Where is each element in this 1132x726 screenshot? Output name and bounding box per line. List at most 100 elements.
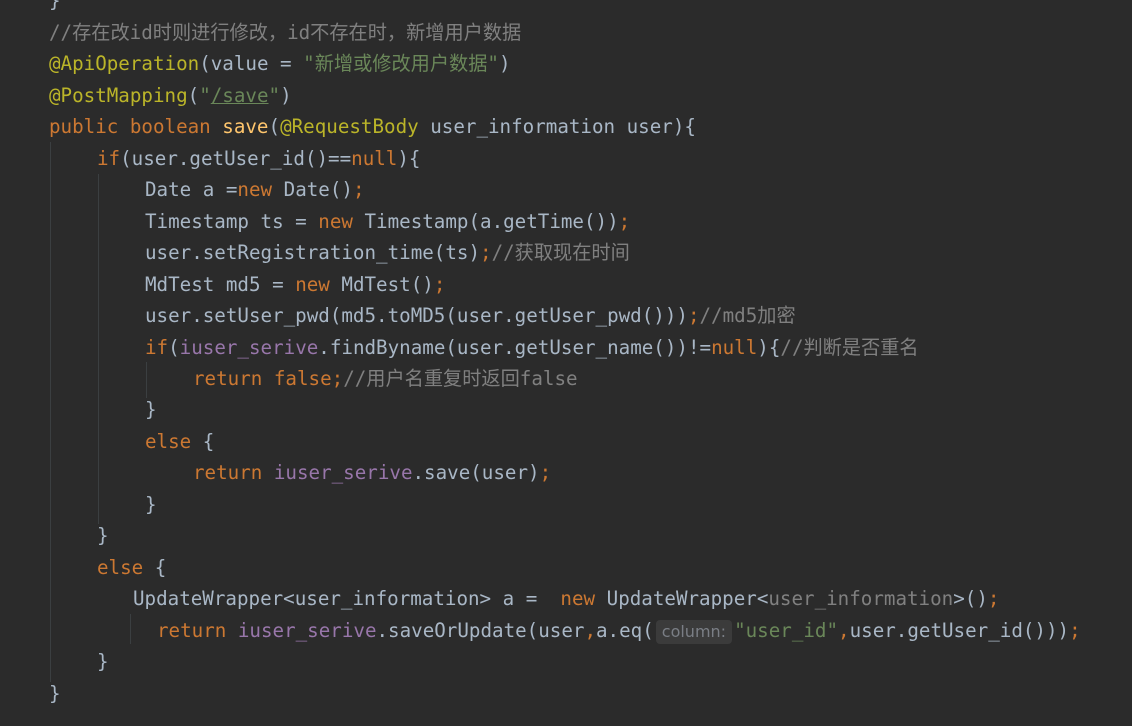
code-token: } [145,493,157,516]
code-token: //用户名重复时返回false [343,367,578,390]
code-token: ) [498,52,511,75]
code-line[interactable]: return false;//用户名重复时返回false [193,363,578,394]
code-token: user.setRegistration_time(ts) [145,241,481,264]
code-token: UpdateWrapper< [606,587,769,610]
code-token: "user_id" [734,619,839,642]
code-token: (value = [199,52,304,75]
code-line[interactable]: else { [97,552,166,583]
code-token: new [295,273,342,296]
code-token: null [711,336,758,359]
code-token: ){ [397,147,421,170]
code-token: save [222,115,269,138]
code-token: } [49,0,61,12]
code-token: ) [280,84,292,107]
code-token: @ApiOperation [49,52,200,75]
code-line[interactable]: UpdateWrapper<user_information> a = new … [133,583,999,614]
code-token: null [351,147,398,170]
code-line[interactable]: MdTest md5 = new MdTest(); [145,269,445,300]
code-token: return false [193,367,332,390]
code-token: new [560,587,607,610]
code-line[interactable]: } [97,520,109,551]
code-token: @RequestBody [280,115,431,138]
code-token: .save(user) [412,461,540,484]
code-token: user_information [768,587,954,610]
code-token: MdTest md5 = [145,273,296,296]
code-token: ( [168,336,180,359]
code-token: .findByname(user.getUser_name())!= [318,336,712,359]
code-token: ; [987,587,1000,610]
code-line[interactable]: user.setRegistration_time(ts);//获取现在时间 [145,237,630,268]
code-line[interactable]: public boolean save(@RequestBody user_in… [49,111,696,142]
code-line[interactable]: return iuser_serive.saveOrUpdate(user,a.… [157,615,1081,646]
code-token: .saveOrUpdate(user [376,619,585,642]
code-token: else [145,430,203,453]
code-line[interactable]: } [97,646,109,677]
code-token: >() [953,587,988,610]
indent-guide [146,362,147,398]
code-token: , [584,619,596,642]
code-token: { [154,556,167,579]
code-line[interactable]: user.setUser_pwd(md5.toMD5(user.getUser_… [145,300,796,331]
code-line[interactable]: if(user.getUser_id()==null){ [97,143,420,174]
code-token: iuser_serive [273,461,413,484]
code-token: /save [210,84,269,107]
code-token: Date a = [145,178,238,201]
code-line[interactable]: else { [145,426,214,457]
code-line[interactable]: } [145,489,157,520]
code-line[interactable]: Date a =new Date(); [145,174,365,205]
code-token: new [318,210,365,233]
code-token: { [202,430,215,453]
code-token: , [838,619,850,642]
code-token: ; [1069,619,1081,642]
code-token: MdTest() [341,273,434,296]
code-line[interactable]: } [145,394,157,425]
code-token: } [97,524,109,547]
code-token: Date() [283,178,353,201]
code-token: user.setUser_pwd(md5.toMD5(user.getUser_… [145,304,688,327]
code-line[interactable]: @ApiOperation(value = "新增或修改用户数据") [49,48,511,79]
indent-guide [130,614,131,644]
code-token: if [145,336,169,359]
code-token: user_information user){ [430,115,696,138]
code-token: //判断是否重名 [780,336,919,359]
code-token: public boolean [49,115,223,138]
code-token: " [268,84,281,107]
code-editor[interactable]: } //存在改id时则进行修改，id不存在时，新增用户数据 @ApiOperat… [0,0,1132,726]
code-line[interactable]: @PostMapping("/save") [49,80,292,111]
indent-guide [50,142,51,682]
code-token: ; [331,367,344,390]
code-token: new [237,178,284,201]
code-token: user.getUser_id())) [849,619,1070,642]
code-token: a.eq( [596,619,654,642]
code-line[interactable]: Timestamp ts = new Timestamp(a.getTime()… [145,206,630,237]
code-token: if [97,147,121,170]
code-token: else [97,556,155,579]
code-line[interactable]: //存在改id时则进行修改，id不存在时，新增用户数据 [49,17,521,48]
code-token: ; [480,241,492,264]
code-token: @PostMapping [49,84,188,107]
code-token: Timestamp(a.getTime()) [364,210,619,233]
code-line[interactable]: } [49,0,61,16]
code-line[interactable]: } [49,678,61,709]
code-token: return [157,619,238,642]
code-token: iuser_serive [179,336,319,359]
code-line[interactable]: if(iuser_serive.findByname(user.getUser_… [145,332,919,363]
code-token: Timestamp ts = [145,210,319,233]
code-token: } [145,398,157,421]
code-token: " [199,84,211,107]
code-token: ( [268,115,281,138]
code-line[interactable]: return iuser_serive.save(user); [193,457,551,488]
code-token: ){ [757,336,781,359]
code-token: } [97,650,109,673]
code-token: //md5加密 [699,304,796,327]
code-token: ; [352,178,365,201]
code-token: "新增或修改用户数据" [303,52,499,75]
code-token: iuser_serive [237,619,377,642]
code-token: } [49,682,61,705]
indent-guide [98,174,99,524]
parameter-hint: column: [655,620,733,644]
code-token: ( [187,84,200,107]
code-token: (user.getUser_id()== [120,147,352,170]
code-token: ; [433,273,446,296]
code-token: ; [687,304,700,327]
